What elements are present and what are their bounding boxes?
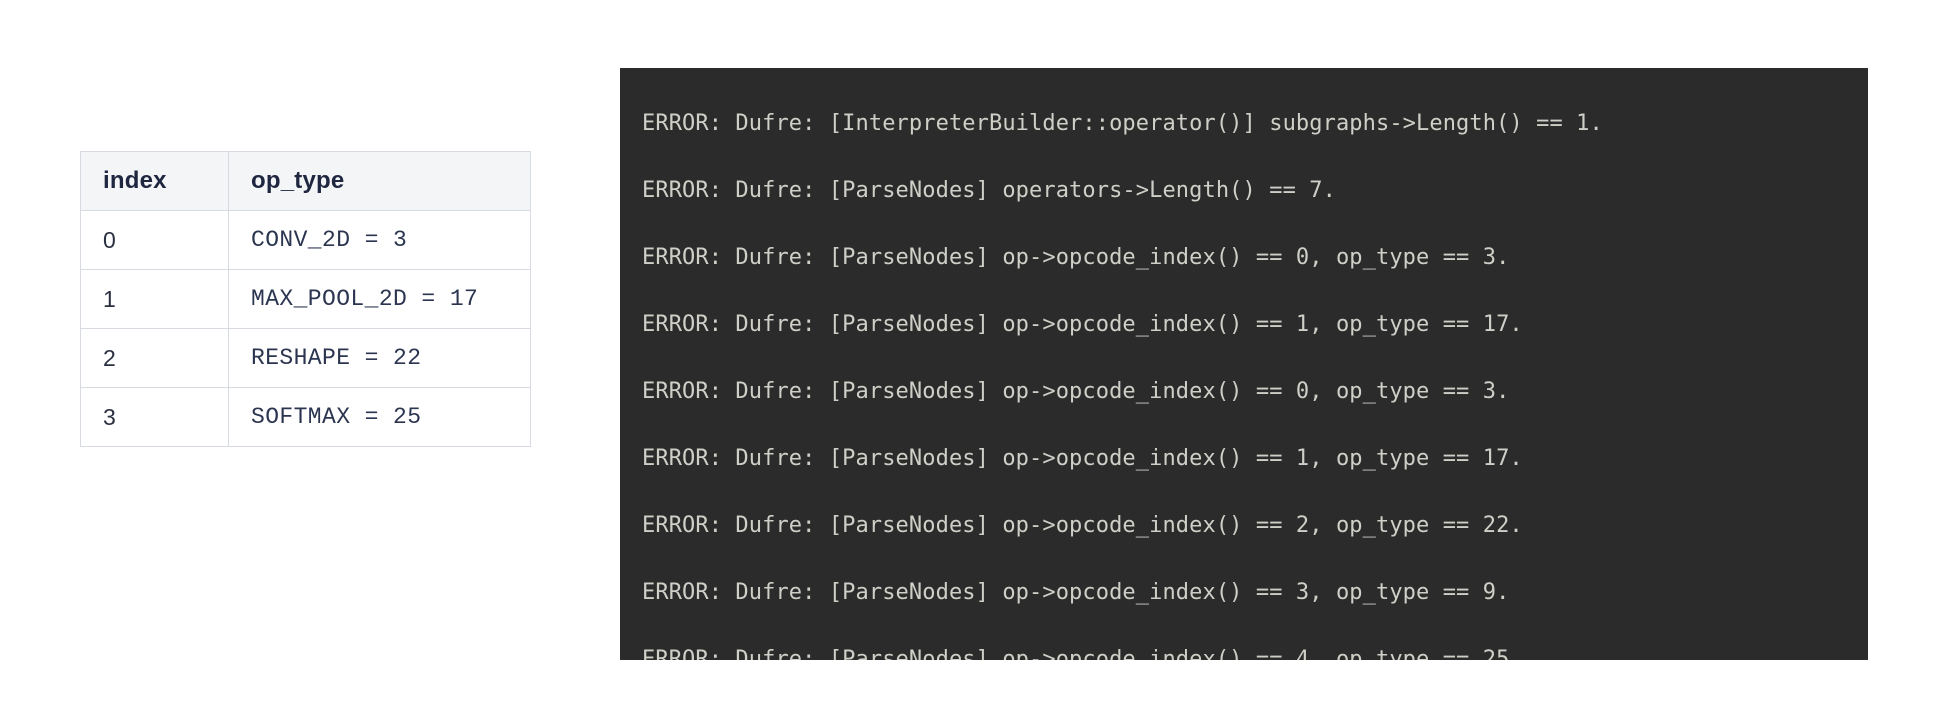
cell-index: 0 (80, 210, 229, 270)
cell-index: 2 (80, 328, 229, 388)
console-log-line: ERROR: Dufre: [ParseNodes] op->opcode_in… (642, 513, 1523, 538)
optype-table-header: index op_type (80, 151, 531, 211)
optype-table-container: index op_type 0 CONV_2D = 3 1 MAX_POOL_2… (80, 151, 531, 447)
cell-op-type: RESHAPE = 22 (228, 328, 531, 388)
console-log-line: ERROR: Dufre: [ParseNodes] operators->Le… (642, 178, 1336, 203)
cell-index: 3 (80, 387, 229, 447)
cell-index: 1 (80, 269, 229, 329)
table-row: 2 RESHAPE = 22 (80, 328, 531, 388)
table-header-row: index op_type (80, 151, 531, 211)
column-header-index: index (80, 151, 229, 211)
console-log-line: ERROR: Dufre: [ParseNodes] op->opcode_in… (642, 647, 1523, 660)
console-output-panel: ERROR: Dufre: [InterpreterBuilder::opera… (620, 68, 1868, 660)
cell-op-type: SOFTMAX = 25 (228, 387, 531, 447)
console-log-list: ERROR: Dufre: [InterpreterBuilder::opera… (642, 90, 1868, 660)
table-row: 3 SOFTMAX = 25 (80, 387, 531, 447)
console-log-line: ERROR: Dufre: [ParseNodes] op->opcode_in… (642, 245, 1510, 270)
table-row: 0 CONV_2D = 3 (80, 210, 531, 270)
console-log-line: ERROR: Dufre: [ParseNodes] op->opcode_in… (642, 312, 1523, 337)
cell-op-type: CONV_2D = 3 (228, 210, 531, 270)
column-header-op-type: op_type (228, 151, 531, 211)
console-log-line: ERROR: Dufre: [ParseNodes] op->opcode_in… (642, 446, 1523, 471)
optype-table: index op_type 0 CONV_2D = 3 1 MAX_POOL_2… (80, 151, 531, 447)
table-row: 1 MAX_POOL_2D = 17 (80, 269, 531, 329)
optype-table-body: 0 CONV_2D = 3 1 MAX_POOL_2D = 17 2 RESHA… (80, 210, 531, 447)
cell-op-type: MAX_POOL_2D = 17 (228, 269, 531, 329)
console-log-line: ERROR: Dufre: [ParseNodes] op->opcode_in… (642, 379, 1510, 404)
console-log-line: ERROR: Dufre: [InterpreterBuilder::opera… (642, 111, 1603, 136)
console-log-line: ERROR: Dufre: [ParseNodes] op->opcode_in… (642, 580, 1510, 605)
